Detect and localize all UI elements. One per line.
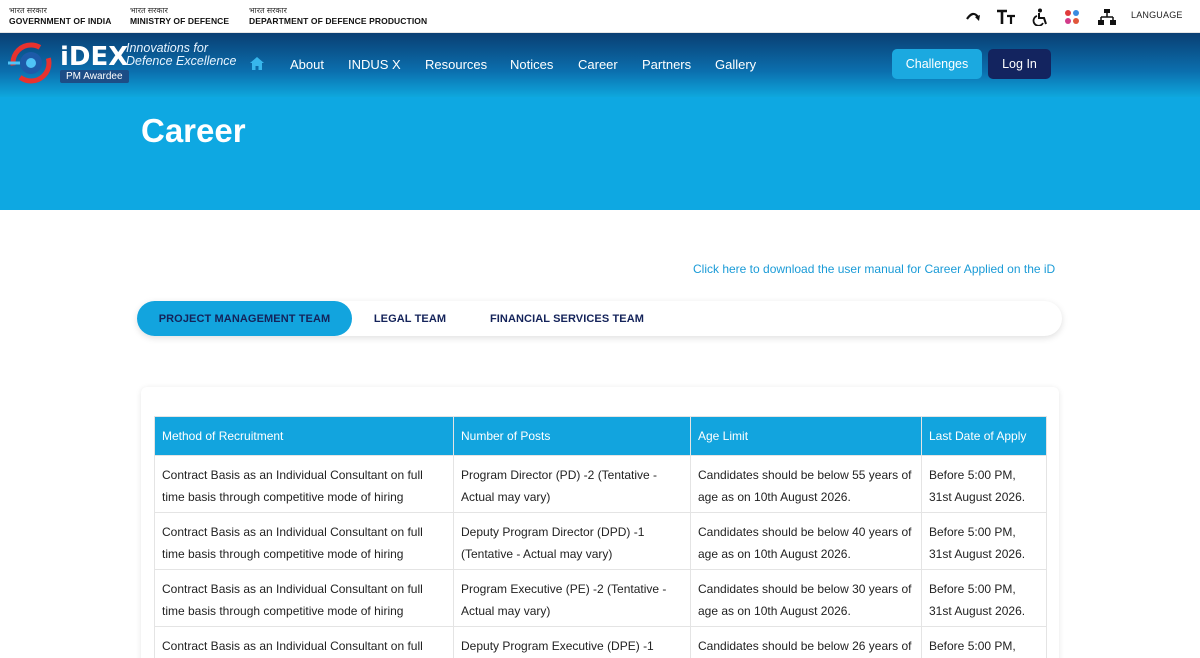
- tab-financial-services-team[interactable]: FINANCIAL SERVICES TEAM: [482, 301, 652, 336]
- gov-strip: भारत सरकार GOVERNMENT OF INDIA भारत सरका…: [0, 0, 1200, 33]
- table-row: Contract Basis as an Individual Consulta…: [154, 626, 1047, 658]
- skip-to-content-icon[interactable]: [962, 7, 984, 27]
- mod-english-label: MINISTRY OF DEFENCE: [130, 16, 230, 26]
- cell-method: Contract Basis as an Individual Consulta…: [154, 455, 454, 513]
- sitemap-icon[interactable]: [1096, 7, 1118, 27]
- nav-indus-x[interactable]: INDUS X: [348, 57, 401, 72]
- nav-gallery[interactable]: Gallery: [715, 57, 756, 72]
- cell-posts: Deputy Program Director (DPD) -1 (Tentat…: [453, 512, 691, 570]
- cell-last-date: Before 5:00 PM, 31st August 2026.: [921, 569, 1047, 627]
- login-button[interactable]: Log In: [988, 49, 1051, 79]
- user-manual-link[interactable]: Click here to download the user manual f…: [693, 262, 1055, 276]
- cell-posts: Deputy Program Executive (DPE) -1: [453, 626, 691, 658]
- table-row: Contract Basis as an Individual Consulta…: [154, 455, 1047, 513]
- cell-posts: Program Director (PD) -2 (Tentative - Ac…: [453, 455, 691, 513]
- page-title: Career: [141, 112, 246, 149]
- header-age-limit: Age Limit: [690, 416, 922, 456]
- header-last-date: Last Date of Apply: [921, 416, 1047, 456]
- gov-english-label: GOVERNMENT OF INDIA: [9, 16, 112, 26]
- challenges-button[interactable]: Challenges: [892, 49, 982, 79]
- ddp-hindi-label: भारत सरकार: [249, 6, 287, 15]
- mod-hindi-label: भारत सरकार: [130, 6, 168, 15]
- ministry-of-defence-link[interactable]: भारत सरकार MINISTRY OF DEFENCE: [130, 5, 229, 27]
- pm-awardee-badge: PM Awardee: [60, 70, 129, 83]
- text-size-icon[interactable]: [994, 7, 1018, 27]
- logo-wordmark: iDEX: [60, 42, 129, 72]
- cell-method: Contract Basis as an Individual Consulta…: [154, 569, 454, 627]
- cell-age-limit: Candidates should be below 26 years of: [690, 626, 922, 658]
- tab-legal-team[interactable]: LEGAL TEAM: [362, 301, 458, 336]
- idex-emblem-icon: [8, 42, 52, 84]
- ddp-link[interactable]: भारत सरकार DEPARTMENT OF DEFENCE PRODUCT…: [249, 5, 427, 27]
- cell-last-date: Before 5:00 PM, 31st August 2026.: [921, 455, 1047, 513]
- cell-age-limit: Candidates should be below 55 years of a…: [690, 455, 922, 513]
- cell-method: Contract Basis as an Individual Consulta…: [154, 626, 454, 658]
- header-number-of-posts: Number of Posts: [453, 416, 691, 456]
- cell-posts: Program Executive (PE) -2 (Tentative - A…: [453, 569, 691, 627]
- career-table: Method of Recruitment Number of Posts Ag…: [154, 416, 1047, 658]
- nav-career[interactable]: Career: [578, 57, 618, 72]
- social-media-icon[interactable]: [1062, 7, 1084, 27]
- table-header-row: Method of Recruitment Number of Posts Ag…: [154, 416, 1047, 456]
- cell-age-limit: Candidates should be below 30 years of a…: [690, 569, 922, 627]
- cell-last-date: Before 5:00 PM, 31st: [921, 626, 1047, 658]
- gov-hindi-label: भारत सरकार: [9, 6, 47, 15]
- logo-tagline-line2: Defence Excellence: [126, 54, 237, 68]
- nav-notices[interactable]: Notices: [510, 57, 553, 72]
- cell-age-limit: Candidates should be below 40 years of a…: [690, 512, 922, 570]
- nav-partners[interactable]: Partners: [642, 57, 691, 72]
- home-icon[interactable]: [249, 56, 265, 76]
- nav-about[interactable]: About: [290, 57, 324, 72]
- language-selector[interactable]: LANGUAGE: [1131, 10, 1183, 20]
- gov-of-india-link[interactable]: भारत सरकार GOVERNMENT OF INDIA: [9, 5, 112, 27]
- nav-resources[interactable]: Resources: [425, 57, 487, 72]
- cell-method: Contract Basis as an Individual Consulta…: [154, 512, 454, 570]
- idex-logo[interactable]: iDEX Innovations for Defence Excellence …: [8, 40, 236, 86]
- accessibility-icon[interactable]: [1030, 7, 1050, 27]
- team-tabs: PROJECT MANAGEMENT TEAM LEGAL TEAM FINAN…: [137, 301, 1062, 336]
- logo-tagline-line1: Innovations for: [126, 41, 208, 55]
- cell-last-date: Before 5:00 PM, 31st August 2026.: [921, 512, 1047, 570]
- ddp-english-label: DEPARTMENT OF DEFENCE PRODUCTION: [249, 16, 428, 26]
- table-row: Contract Basis as an Individual Consulta…: [154, 569, 1047, 627]
- table-row: Contract Basis as an Individual Consulta…: [154, 512, 1047, 570]
- tab-project-management-team[interactable]: PROJECT MANAGEMENT TEAM: [137, 301, 352, 336]
- header-method-of-recruitment: Method of Recruitment: [154, 416, 454, 456]
